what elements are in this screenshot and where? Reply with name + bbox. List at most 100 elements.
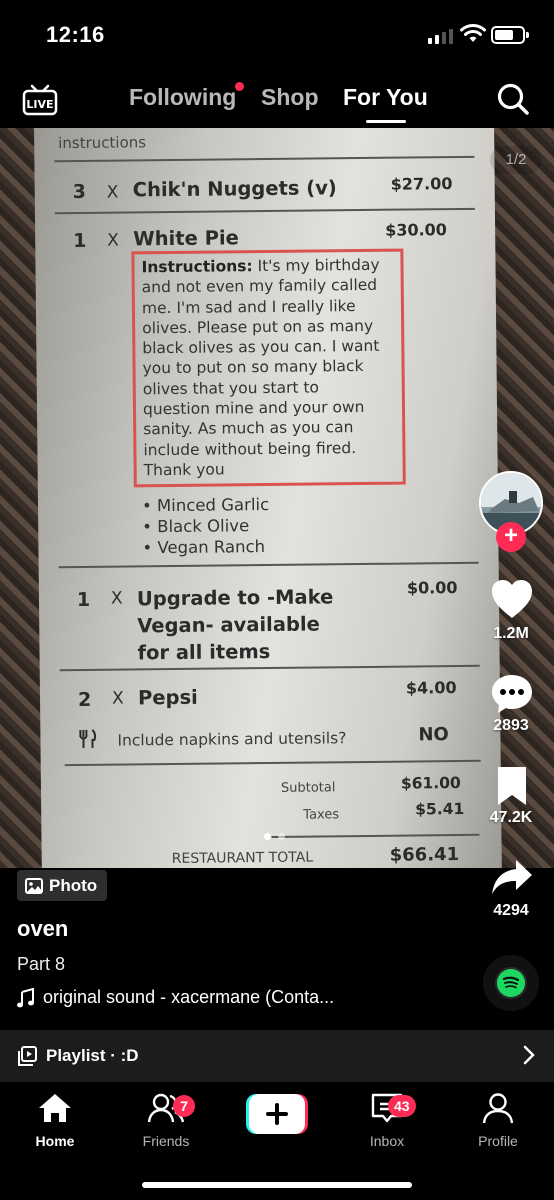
tab-shop[interactable]: Shop (261, 84, 319, 111)
friends-badge: 7 (173, 1095, 195, 1117)
nav-profile-label: Profile (478, 1133, 518, 1149)
follow-button[interactable]: + (496, 522, 526, 552)
photo-badge-label: Photo (49, 875, 98, 895)
divider (54, 207, 475, 214)
instructions-label: Instructions: (141, 257, 253, 277)
item-x: X (111, 688, 124, 709)
subtotal-label: Subtotal (280, 780, 336, 796)
instructions-line: include without being fired. (143, 438, 357, 459)
home-indicator[interactable] (142, 1182, 412, 1188)
instructions-line: me. I'm sad and I really like (141, 296, 356, 317)
modifier-item: • Minced Garlic (141, 494, 270, 516)
tab-for-you[interactable]: For You (343, 84, 428, 111)
item-name: Upgrade to -Make Vegan- available for al… (137, 583, 334, 666)
instructions-line: Thank you (143, 460, 225, 480)
instructions-line: you to put on so many black (142, 357, 364, 378)
wifi-icon (460, 24, 486, 42)
instructions-line: black olives as you can. I want (142, 337, 380, 358)
svg-text:LIVE: LIVE (26, 98, 53, 111)
spotify-icon (497, 969, 525, 997)
taxes-value: $5.41 (415, 799, 465, 819)
chevron-right-icon (523, 1045, 535, 1065)
cellular-signal-icon (428, 28, 453, 44)
sound-link[interactable]: original sound - xacermane (Conta... (17, 987, 334, 1008)
playlist-icon (18, 1046, 37, 1066)
nav-friends-label: Friends (142, 1133, 190, 1149)
nav-profile[interactable]: Profile (453, 1092, 543, 1149)
creator-username[interactable]: oven (17, 916, 68, 942)
item-name-line: Vegan- available (137, 612, 320, 638)
divider (59, 664, 480, 671)
battery-icon (491, 26, 529, 44)
nav-home-label: Home (35, 1133, 75, 1149)
item-qty: 3 (72, 180, 87, 204)
post-caption: Part 8 (17, 954, 66, 974)
photo-page-indicator: 1/2 (490, 146, 542, 174)
item-qty: 2 (77, 688, 92, 711)
special-instructions: Instructions: It's my birthday and not e… (141, 255, 401, 481)
item-name-line: for all items (137, 639, 271, 665)
photo-type-badge: Photo (17, 870, 108, 901)
top-nav: LIVE Following Shop For You (0, 72, 554, 128)
item-name-line: Upgrade to -Make (136, 585, 334, 611)
bookmark-icon[interactable] (490, 764, 534, 808)
home-icon (39, 1094, 71, 1122)
item-price: $4.00 (405, 678, 457, 698)
music-note-icon (17, 987, 34, 1007)
divider (64, 759, 481, 766)
item-x: X (107, 230, 119, 251)
save-count: 47.2K (489, 809, 533, 826)
taxes-label: Taxes (303, 807, 340, 823)
search-icon[interactable] (496, 82, 530, 116)
carousel-dot-active (264, 833, 271, 840)
nav-inbox-label: Inbox (369, 1133, 405, 1149)
utensils-icon (79, 729, 97, 748)
sound-title: original sound - xacermane (Conta... (43, 987, 335, 1007)
nav-friends[interactable]: Friends 7 (121, 1092, 211, 1149)
receipt-header: instructions (58, 133, 147, 153)
share-icon[interactable] (490, 856, 534, 900)
modifier-list: • Minced Garlic • Black Olive • Vegan Ra… (142, 494, 270, 558)
post-photo[interactable]: instructions 3 X Chik'n Nuggets (v) $27.… (0, 128, 554, 868)
receipt-paper: instructions 3 X Chik'n Nuggets (v) $27.… (34, 128, 502, 868)
instructions-line: question mine and your own (142, 398, 365, 419)
nav-home[interactable]: Home (10, 1092, 100, 1149)
item-x: X (110, 588, 123, 609)
item-qty: 1 (73, 229, 87, 253)
like-count: 1.2M (493, 625, 529, 642)
playlist-bar[interactable]: Playlist · :D (0, 1030, 554, 1082)
napkins-question: Include napkins and utensils? (117, 729, 347, 750)
instructions-line: It's my birthday (252, 255, 380, 276)
divider (271, 833, 480, 838)
active-tab-indicator (366, 120, 406, 123)
instructions-line: sanity. As much as you can (143, 418, 354, 439)
live-icon[interactable]: LIVE (22, 84, 58, 116)
item-name: Chik'n Nuggets (v) (132, 176, 337, 202)
nav-inbox[interactable]: Inbox 43 (342, 1092, 432, 1149)
total-label: RESTAURANT TOTAL (171, 849, 314, 868)
profile-icon (482, 1093, 514, 1124)
status-bar: 12:16 (0, 0, 554, 70)
divider (58, 561, 479, 568)
divider (54, 155, 475, 162)
carousel-dot (278, 833, 285, 840)
bottom-nav: Home Friends 7 Inbox 43 Profile (0, 1082, 554, 1200)
comment-count: 2893 (493, 717, 529, 734)
image-icon (25, 877, 43, 894)
playlist-label: Playlist · :D (46, 1046, 139, 1065)
subtotal-value: $61.00 (400, 773, 461, 793)
carousel-dots (264, 833, 285, 840)
item-price: $30.00 (385, 220, 447, 240)
inbox-badge: 43 (388, 1095, 416, 1117)
create-button[interactable] (246, 1094, 308, 1134)
item-x: X (106, 182, 119, 203)
comment-icon[interactable] (490, 672, 534, 716)
tab-following[interactable]: Following (129, 84, 236, 111)
share-count: 4294 (493, 902, 529, 919)
item-name: Pepsi (137, 685, 198, 710)
instructions-line: and not even my family called (141, 276, 378, 297)
following-notification-dot (235, 82, 244, 91)
item-name: White Pie (133, 226, 239, 251)
modifier-item: • Black Olive (142, 516, 250, 537)
like-icon[interactable] (490, 578, 534, 622)
